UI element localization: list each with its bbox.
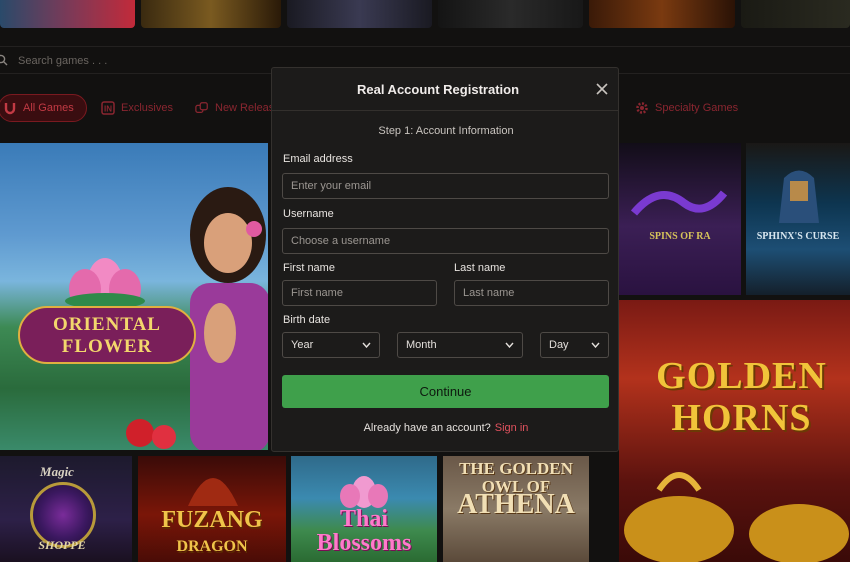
birth-day-select[interactable]: Day	[540, 332, 609, 358]
chevron-down-icon	[505, 342, 514, 348]
continue-button[interactable]: Continue	[282, 375, 609, 408]
chevron-down-icon	[591, 342, 600, 348]
signin-link[interactable]: Sign in	[495, 422, 529, 434]
chevron-down-icon	[362, 342, 371, 348]
select-value: Year	[291, 339, 314, 351]
last-name-label: Last name	[454, 262, 506, 274]
casino-lobby-page: All Games IN Exclusives New Releas Speci…	[0, 0, 850, 562]
select-value: Month	[406, 339, 437, 351]
email-field[interactable]	[282, 173, 609, 199]
close-icon[interactable]	[594, 81, 610, 97]
first-name-label: First name	[283, 262, 335, 274]
email-label: Email address	[283, 153, 353, 165]
registration-modal: Real Account Registration Step 1: Accoun…	[271, 67, 619, 452]
signin-prompt: Already have an account? Sign in	[272, 422, 620, 434]
modal-title: Real Account Registration	[356, 82, 520, 97]
birth-year-select[interactable]: Year	[282, 332, 380, 358]
birth-month-select[interactable]: Month	[397, 332, 523, 358]
username-field[interactable]	[282, 228, 609, 254]
signin-prompt-text: Already have an account?	[363, 422, 491, 434]
first-name-field[interactable]	[282, 280, 437, 306]
modal-header: Real Account Registration	[272, 68, 618, 111]
username-label: Username	[283, 208, 334, 220]
last-name-field[interactable]	[454, 280, 609, 306]
step-indicator: Step 1: Account Information	[378, 125, 514, 137]
birth-date-label: Birth date	[283, 314, 331, 326]
select-value: Day	[549, 339, 569, 351]
